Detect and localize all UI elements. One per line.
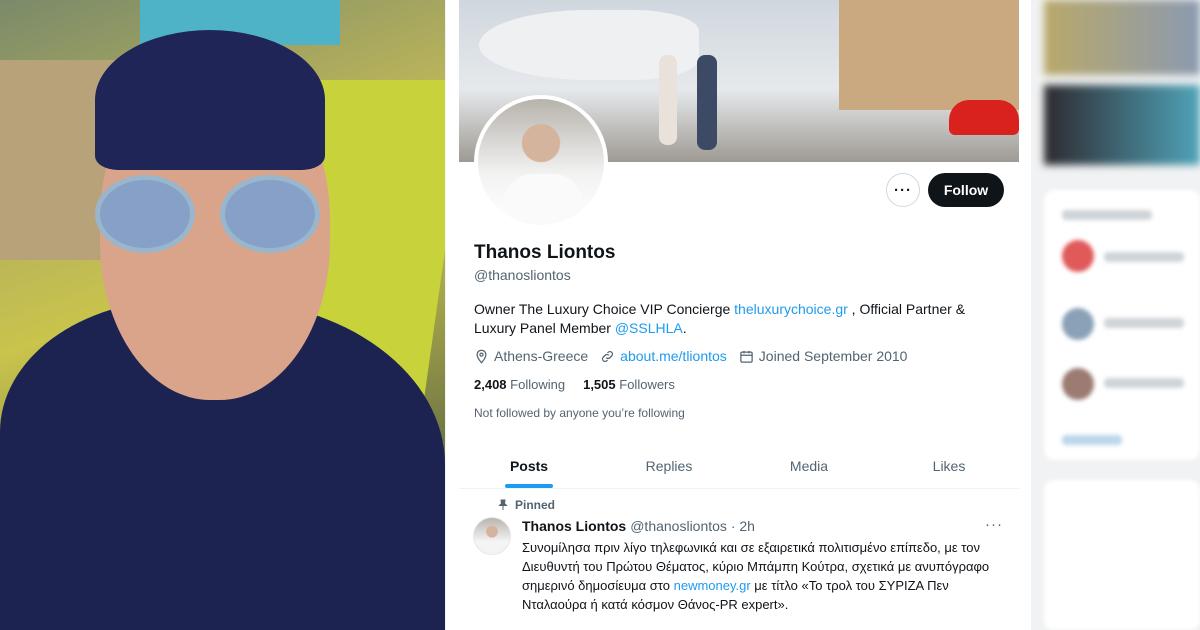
sidebar-avatar: [1062, 368, 1094, 400]
more-options-button[interactable]: ···: [886, 173, 920, 207]
profile-name: Thanos Liontos: [474, 242, 616, 263]
profile-page: ··· Follow Thanos Liontos @thanosliontos…: [445, 0, 1032, 630]
sidebar-placeholder: [1104, 378, 1184, 388]
post-link[interactable]: newmoney.gr: [674, 578, 751, 593]
joined-item: Joined September 2010: [739, 348, 908, 364]
sidebar-avatar: [1062, 308, 1094, 340]
tab-likes[interactable]: Likes: [879, 443, 1019, 488]
post-handle-time[interactable]: @thanosliontos · 2h: [630, 518, 755, 534]
photo-cap: [95, 30, 325, 170]
blurred-sidebar: [1032, 0, 1200, 630]
sidebar-placeholder: [1104, 318, 1184, 328]
bio-mention-link[interactable]: @SSLHLA: [615, 320, 683, 336]
website-link[interactable]: about.me/tliontos: [620, 348, 727, 364]
calendar-icon: [740, 350, 753, 363]
pinned-label: Pinned: [515, 498, 556, 512]
tab-media[interactable]: Media: [739, 443, 879, 488]
banner-person: [659, 55, 677, 145]
sidebar-avatar: [1062, 240, 1094, 272]
followers-stat[interactable]: 1,505 Followers: [583, 377, 675, 392]
bio-website-link[interactable]: theluxurychoice.gr: [734, 301, 848, 317]
not-followed-note: Not followed by anyone you’re following: [474, 406, 685, 420]
profile-meta: Athens-Greece about.me/tliontos Joined S…: [474, 348, 907, 364]
sidebar-placeholder: [1104, 252, 1184, 262]
post-author[interactable]: Thanos Liontos: [522, 518, 626, 534]
sidebar-media-thumb: [1044, 85, 1200, 165]
profile-avatar[interactable]: [474, 95, 608, 229]
banner-person: [697, 55, 717, 150]
follow-button[interactable]: Follow: [928, 173, 1004, 207]
photo-glasses: [95, 175, 325, 255]
joined-text: Joined September 2010: [758, 348, 908, 364]
pin-icon: [498, 499, 508, 510]
profile-stats: 2,408 Following 1,505 Followers: [474, 377, 675, 392]
sidebar-placeholder: [1062, 210, 1152, 220]
sidebar-media-thumb: [1044, 0, 1200, 75]
banner-car: [949, 100, 1019, 135]
post-text: Συνομίλησα πριν λίγο τηλεφωνικά και σε ε…: [522, 538, 1007, 614]
bio-text: .: [682, 320, 687, 336]
profile-bio: Owner The Luxury Choice VIP Concierge th…: [474, 300, 1004, 338]
banner-building: [839, 0, 1019, 110]
profile-tabs: Posts Replies Media Likes: [459, 443, 1019, 489]
bio-text: Owner The Luxury Choice VIP Concierge: [474, 301, 735, 317]
sidebar-placeholder: [1062, 435, 1122, 445]
post-more-button[interactable]: ···: [985, 516, 1003, 533]
tab-posts[interactable]: Posts: [459, 443, 599, 488]
tab-replies[interactable]: Replies: [599, 443, 739, 488]
profile-handle: @thanosliontos: [474, 267, 571, 283]
selfie-photo: [0, 0, 445, 630]
location-item: Athens-Greece: [474, 348, 588, 364]
location-text: Athens-Greece: [494, 348, 589, 364]
pinned-indicator: Pinned: [497, 498, 555, 512]
link-icon: [602, 350, 614, 362]
website-item[interactable]: about.me/tliontos: [600, 348, 727, 364]
post-header: Thanos Liontos @thanosliontos · 2h: [522, 518, 755, 534]
sidebar-trends-card: [1044, 480, 1200, 630]
post-avatar[interactable]: [473, 517, 511, 555]
location-pin-icon: [476, 349, 487, 364]
following-stat[interactable]: 2,408 Following: [474, 377, 565, 392]
